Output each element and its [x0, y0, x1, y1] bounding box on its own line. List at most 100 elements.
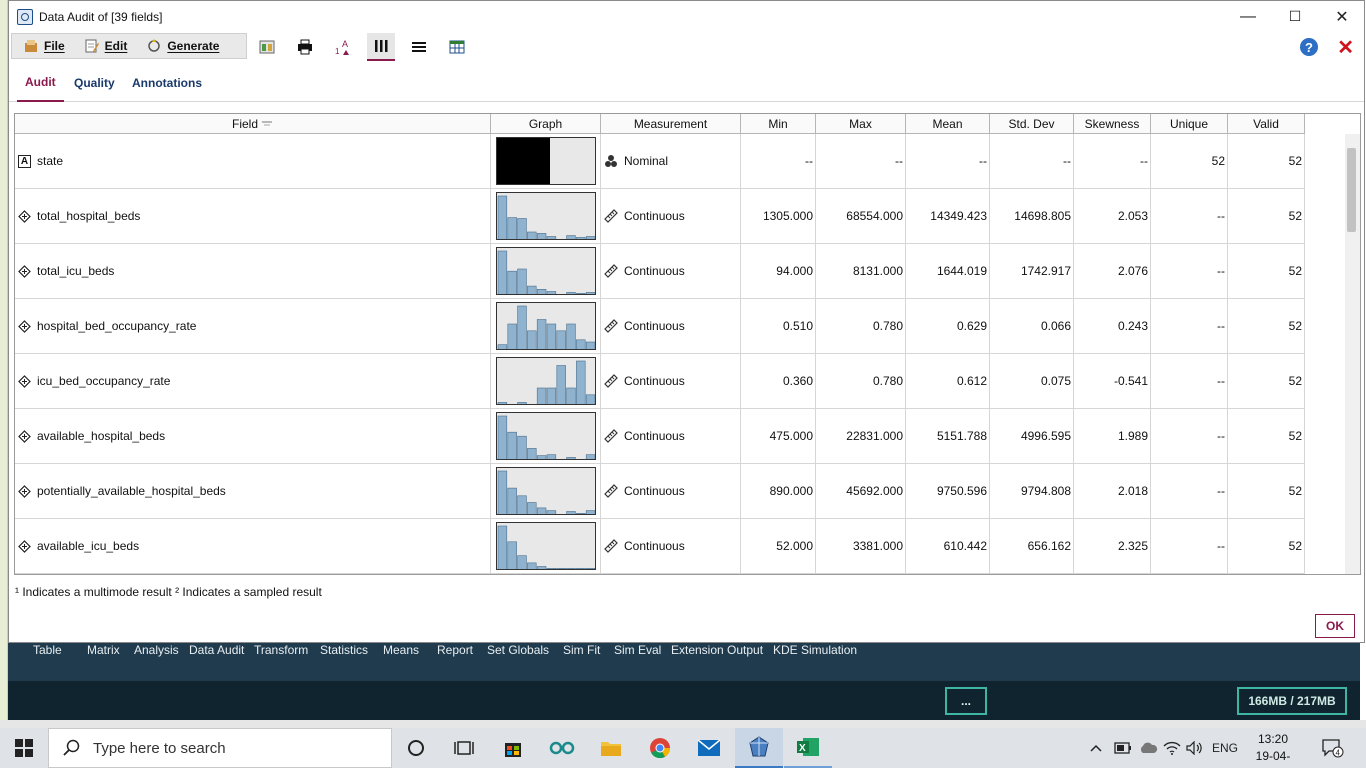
- taskbar-excel[interactable]: X: [784, 728, 832, 768]
- onedrive-button[interactable]: [1138, 728, 1158, 768]
- table-row[interactable]: available_hospital_beds Continuous 475.000…: [15, 409, 1305, 464]
- vertical-scrollbar[interactable]: [1345, 134, 1360, 574]
- clock-date: 19-04-2020: [1255, 749, 1291, 768]
- field-cell: total_hospital_beds: [15, 189, 491, 244]
- unique-cell: --: [1151, 409, 1228, 464]
- histogram-bar: [546, 454, 556, 459]
- bg-tab-sim-fit[interactable]: Sim Fit: [563, 643, 600, 658]
- table-row[interactable]: Astate Nominal -- -- -- -- -- 52 52: [15, 134, 1305, 189]
- bg-tab-kde-simulation[interactable]: KDE Simulation: [773, 643, 857, 658]
- battery-button[interactable]: [1114, 728, 1132, 768]
- taskbar-mail[interactable]: [685, 728, 733, 768]
- column-header-mean[interactable]: Mean: [906, 114, 990, 134]
- tab-annotations[interactable]: Annotations: [124, 63, 210, 102]
- more-button[interactable]: ...: [945, 687, 987, 715]
- show-hidden-icons-button[interactable]: [1090, 728, 1102, 768]
- valid-cell: 52: [1228, 409, 1305, 464]
- max-cell: 68554.000: [816, 189, 906, 244]
- ok-button[interactable]: OK: [1315, 614, 1355, 638]
- bg-tab-means[interactable]: Means: [383, 643, 419, 658]
- start-button[interactable]: [0, 728, 48, 768]
- bg-tab-extension-output[interactable]: Extension Output: [671, 643, 763, 658]
- taskbar-file-explorer[interactable]: [587, 728, 635, 768]
- bg-tab-statistics[interactable]: Statistics: [320, 643, 368, 658]
- minimize-button[interactable]: —: [1225, 1, 1271, 32]
- taskbar-store[interactable]: [489, 728, 537, 768]
- field-cell: total_icu_beds: [15, 244, 491, 299]
- histogram-bar: [526, 562, 536, 569]
- column-header-unique[interactable]: Unique: [1151, 114, 1228, 134]
- column-header-field[interactable]: Field: [15, 114, 491, 134]
- task-view-button[interactable]: [440, 728, 488, 768]
- table-row[interactable]: hospital_bed_occupancy_rate Continuous 0.5…: [15, 299, 1305, 354]
- sort-button[interactable]: 1A: [329, 33, 357, 61]
- action-center-button[interactable]: 4: [1322, 728, 1344, 768]
- histogram-chart[interactable]: [495, 192, 596, 240]
- scrollbar-thumb[interactable]: [1347, 148, 1356, 232]
- column-header-max[interactable]: Max: [816, 114, 906, 134]
- continuous-type-icon: [18, 539, 31, 553]
- system-clock[interactable]: 13:20 19-04-2020: [1245, 731, 1301, 768]
- histogram-chart[interactable]: [495, 522, 596, 570]
- volume-button[interactable]: [1186, 728, 1204, 768]
- file-menu[interactable]: File: [24, 39, 65, 53]
- wifi-button[interactable]: [1163, 728, 1181, 768]
- column-header-min[interactable]: Min: [741, 114, 816, 134]
- histogram-bar: [565, 387, 576, 404]
- unique-cell: 52: [1151, 134, 1228, 189]
- generate-menu[interactable]: Generate: [147, 39, 219, 53]
- taskbar-chrome[interactable]: [636, 728, 684, 768]
- min-cell: 94.000: [741, 244, 816, 299]
- histogram-bar: [536, 507, 546, 514]
- input-language-button[interactable]: ENG: [1212, 728, 1238, 768]
- sort-icon: 1A: [335, 39, 349, 56]
- print-button[interactable]: [291, 33, 319, 61]
- close-dialog-button[interactable]: ✕: [1337, 35, 1354, 60]
- bg-tab-sim-eval[interactable]: Sim Eval: [614, 643, 661, 658]
- graph-cell: [491, 299, 601, 354]
- histogram-chart[interactable]: [495, 302, 596, 350]
- column-header-measurement[interactable]: Measurement: [601, 114, 741, 134]
- taskbar-search-box[interactable]: Type here to search: [48, 728, 392, 768]
- histogram-chart[interactable]: [495, 412, 596, 460]
- bg-tab-transform[interactable]: Transform: [254, 643, 308, 658]
- rows-view-button[interactable]: [405, 33, 433, 61]
- bg-tab-analysis[interactable]: Analysis: [134, 643, 179, 658]
- table-row[interactable]: icu_bed_occupancy_rate Continuous 0.360 0.7…: [15, 354, 1305, 409]
- taskbar-arduino[interactable]: [538, 728, 586, 768]
- column-header-skewness[interactable]: Skewness: [1074, 114, 1151, 134]
- table-row[interactable]: available_icu_beds Continuous 52.000 3381.0…: [15, 519, 1305, 574]
- histogram-bar: [565, 292, 576, 294]
- histogram-chart[interactable]: [495, 357, 596, 405]
- edit-menu[interactable]: Edit: [85, 39, 127, 53]
- field-name: potentially_available_hospital_beds: [37, 484, 226, 498]
- help-button[interactable]: ?: [1300, 38, 1318, 56]
- bg-tab-matrix[interactable]: Matrix: [87, 643, 120, 658]
- bg-tab-set-globals[interactable]: Set Globals: [487, 643, 549, 658]
- export-icon: [259, 40, 275, 54]
- maximize-button[interactable]: ☐: [1272, 1, 1318, 32]
- bg-tab-data-audit[interactable]: Data Audit: [189, 643, 244, 658]
- column-header-std-dev[interactable]: Std. Dev: [990, 114, 1074, 134]
- column-header-valid[interactable]: Valid: [1228, 114, 1305, 134]
- taskbar-spss-modeler[interactable]: [735, 728, 783, 768]
- distribution-chart[interactable]: [495, 137, 596, 185]
- table-view-button[interactable]: [443, 33, 471, 61]
- bg-tab-table[interactable]: Table: [33, 643, 62, 658]
- table-row[interactable]: total_icu_beds Continuous 94.000 8131.000 16…: [15, 244, 1305, 299]
- bg-tab-report[interactable]: Report: [437, 643, 473, 658]
- memory-usage-button[interactable]: 166MB / 217MB: [1237, 687, 1347, 715]
- window-close-button[interactable]: ✕: [1319, 1, 1365, 32]
- columns-view-button[interactable]: [367, 33, 395, 61]
- column-header-graph[interactable]: Graph: [491, 114, 601, 134]
- histogram-chart[interactable]: [495, 467, 596, 515]
- cortana-button[interactable]: [392, 728, 440, 768]
- export-button[interactable]: [253, 33, 281, 61]
- table-row[interactable]: potentially_available_hospital_beds Conti…: [15, 464, 1305, 519]
- table-row[interactable]: total_hospital_beds Continuous 1305.000 685…: [15, 189, 1305, 244]
- histogram-bar: [575, 292, 586, 294]
- tab-audit[interactable]: Audit: [17, 63, 64, 102]
- tab-quality[interactable]: Quality: [66, 63, 123, 102]
- histogram-chart[interactable]: [495, 247, 596, 295]
- histogram-bar: [575, 360, 586, 404]
